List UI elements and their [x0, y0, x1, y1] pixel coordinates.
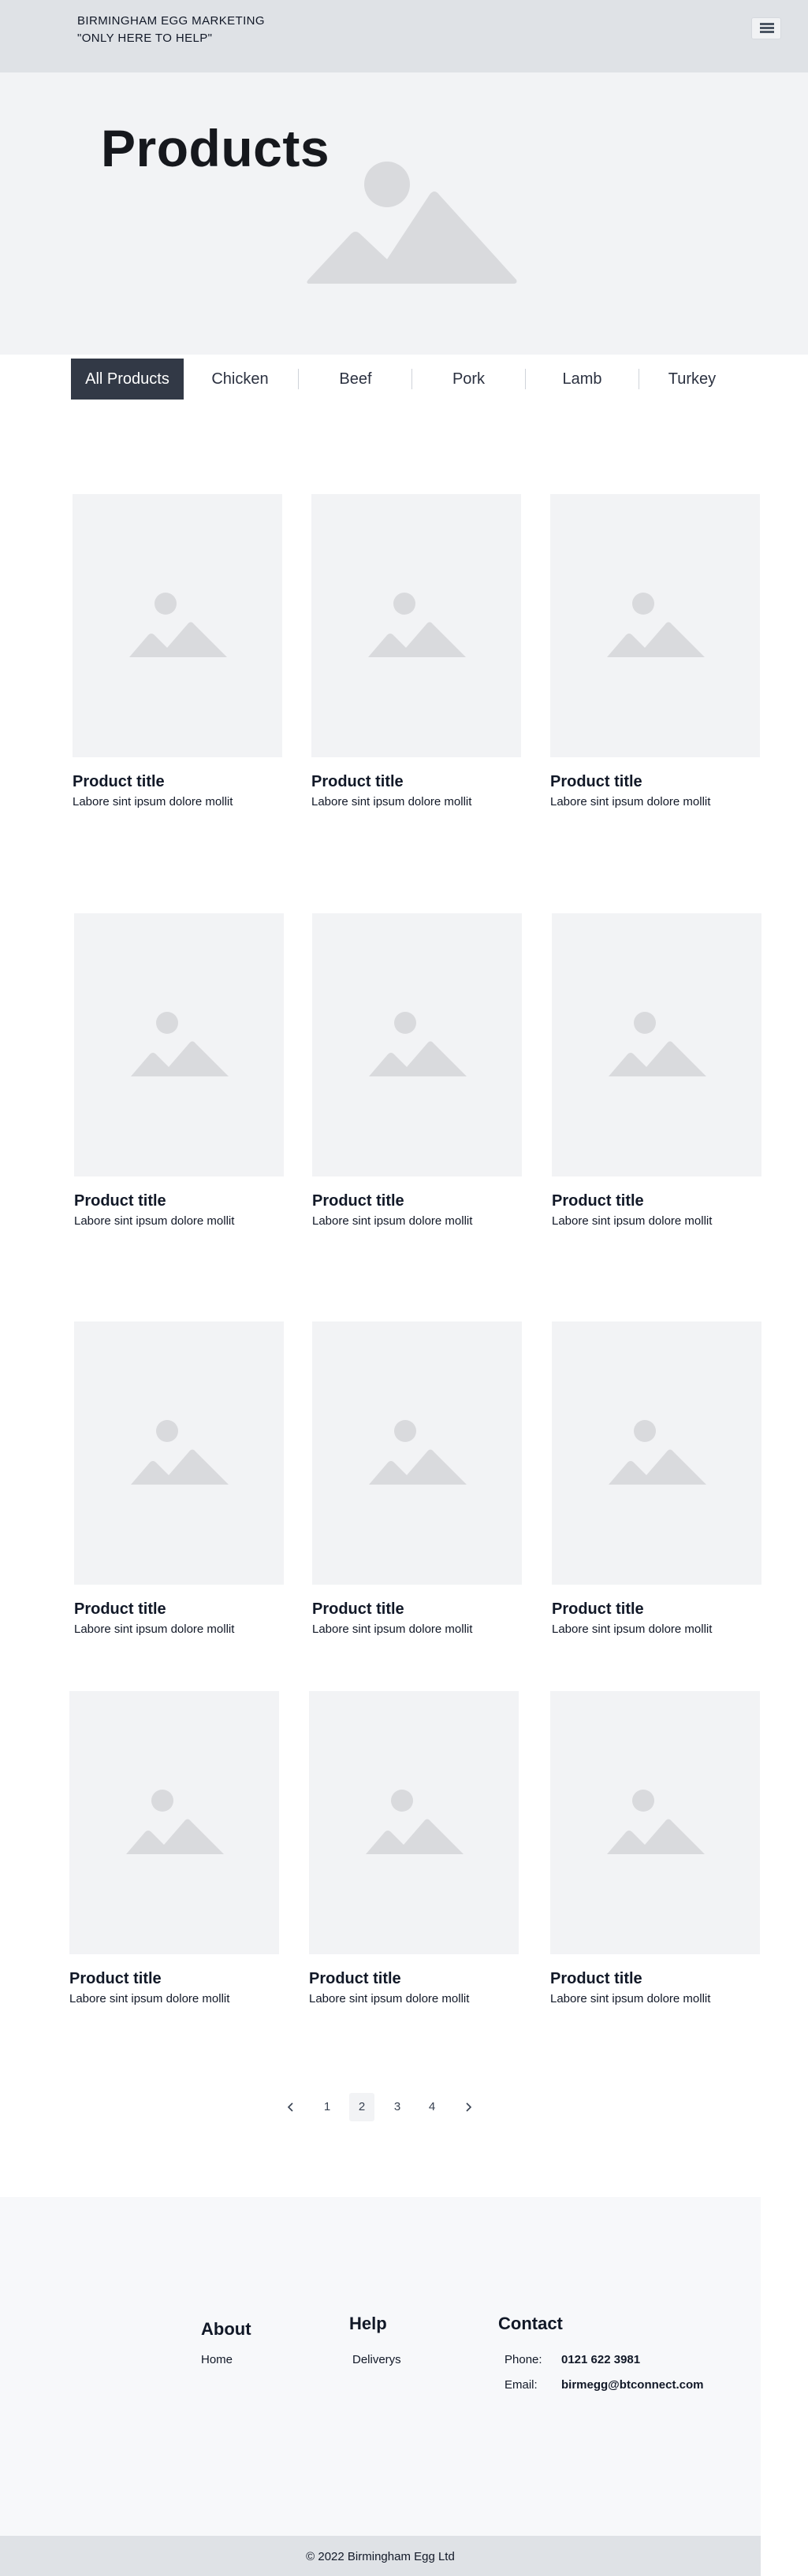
- product-description: Labore sint ipsum dolore mollit: [312, 1214, 473, 1228]
- product-description: Labore sint ipsum dolore mollit: [312, 1623, 473, 1636]
- hamburger-icon-bar: [760, 27, 774, 29]
- product-image[interactable]: [74, 1321, 284, 1585]
- image-placeholder-icon: [607, 593, 705, 657]
- brand-tagline: "ONLY HERE TO HELP": [77, 32, 213, 45]
- tab-lamb[interactable]: Lamb: [526, 359, 639, 400]
- tab-beef[interactable]: Beef: [300, 359, 411, 400]
- product-image[interactable]: [309, 1691, 519, 1954]
- site-footer: [0, 2197, 761, 2536]
- product-description: Labore sint ipsum dolore mollit: [552, 1214, 713, 1228]
- phone-label: Phone:: [505, 2353, 542, 2366]
- product-description: Labore sint ipsum dolore mollit: [74, 1214, 235, 1228]
- image-placeholder-icon: [369, 1420, 467, 1485]
- brand-name: BIRMINGHAM EGG MARKETING: [77, 14, 265, 28]
- footer-contact-heading: Contact: [498, 2314, 563, 2333]
- product-title[interactable]: Product title: [69, 1970, 162, 1988]
- email-address[interactable]: birmegg@btconnect.com: [561, 2378, 703, 2392]
- image-placeholder-icon: [131, 1012, 229, 1076]
- product-image[interactable]: [552, 1321, 761, 1585]
- footer-link-deliverys[interactable]: Deliverys: [352, 2353, 401, 2366]
- email-label: Email:: [505, 2378, 538, 2392]
- image-placeholder-icon: [126, 1790, 224, 1854]
- product-title[interactable]: Product title: [309, 1970, 401, 1988]
- page-4[interactable]: 4: [419, 2093, 445, 2121]
- image-placeholder-icon: [609, 1420, 706, 1485]
- menu-button[interactable]: [751, 17, 781, 39]
- product-title[interactable]: Product title: [73, 773, 165, 791]
- page-3[interactable]: 3: [385, 2093, 410, 2121]
- copyright-text: © 2022 Birmingham Egg Ltd: [306, 2550, 455, 2563]
- product-title[interactable]: Product title: [312, 1600, 404, 1619]
- image-placeholder-icon: [607, 1790, 705, 1854]
- product-title[interactable]: Product title: [552, 1192, 644, 1210]
- product-title[interactable]: Product title: [74, 1600, 166, 1619]
- product-description: Labore sint ipsum dolore mollit: [550, 1992, 711, 2005]
- product-image[interactable]: [69, 1691, 279, 1954]
- brand[interactable]: BIRMINGHAM EGG MARKETING "ONLY HERE TO H…: [77, 13, 265, 47]
- product-title[interactable]: Product title: [550, 773, 642, 791]
- image-placeholder-icon: [369, 1012, 467, 1076]
- product-title[interactable]: Product title: [550, 1970, 642, 1988]
- product-image[interactable]: [550, 1691, 760, 1954]
- image-placeholder-icon: [366, 1790, 464, 1854]
- footer-link-home[interactable]: Home: [201, 2353, 233, 2366]
- product-image[interactable]: [312, 1321, 522, 1585]
- product-description: Labore sint ipsum dolore mollit: [309, 1992, 470, 2005]
- image-placeholder-icon: [609, 1012, 706, 1076]
- product-image[interactable]: [73, 494, 282, 757]
- product-image[interactable]: [311, 494, 521, 757]
- product-title[interactable]: Product title: [552, 1600, 644, 1619]
- image-placeholder-icon: [131, 1420, 229, 1485]
- product-image[interactable]: [312, 913, 522, 1176]
- product-title[interactable]: Product title: [312, 1192, 404, 1210]
- phone-number[interactable]: 0121 622 3981: [561, 2353, 640, 2366]
- product-description: Labore sint ipsum dolore mollit: [73, 795, 233, 808]
- page-2[interactable]: 2: [349, 2093, 374, 2121]
- tab-turkey[interactable]: Turkey: [639, 359, 745, 400]
- product-description: Labore sint ipsum dolore mollit: [311, 795, 472, 808]
- product-title[interactable]: Product title: [311, 773, 404, 791]
- product-image[interactable]: [74, 913, 284, 1176]
- tab-chicken[interactable]: Chicken: [184, 359, 296, 400]
- tab-pork[interactable]: Pork: [412, 359, 525, 400]
- product-description: Labore sint ipsum dolore mollit: [552, 1623, 713, 1636]
- page-1[interactable]: 1: [315, 2093, 340, 2121]
- tab-divider: [298, 369, 299, 389]
- product-title[interactable]: Product title: [74, 1192, 166, 1210]
- footer-help-heading: Help: [349, 2314, 387, 2333]
- product-description: Labore sint ipsum dolore mollit: [74, 1623, 235, 1636]
- image-placeholder-icon: [129, 593, 227, 657]
- product-image[interactable]: [552, 913, 761, 1176]
- image-placeholder-icon: [307, 162, 517, 284]
- product-description: Labore sint ipsum dolore mollit: [550, 795, 711, 808]
- page-title: Products: [101, 119, 330, 177]
- tab-all-products[interactable]: All Products: [71, 359, 184, 400]
- chevron-right-icon[interactable]: [456, 2093, 481, 2121]
- footer-about-heading: About: [201, 2319, 251, 2339]
- image-placeholder-icon: [368, 593, 466, 657]
- category-tabs: All Products Chicken Beef Pork Lamb Turk…: [71, 359, 745, 400]
- chevron-left-icon[interactable]: [278, 2093, 303, 2121]
- hamburger-icon: [760, 23, 774, 25]
- product-image[interactable]: [550, 494, 760, 757]
- product-description: Labore sint ipsum dolore mollit: [69, 1992, 230, 2005]
- hamburger-icon-bar: [760, 31, 774, 33]
